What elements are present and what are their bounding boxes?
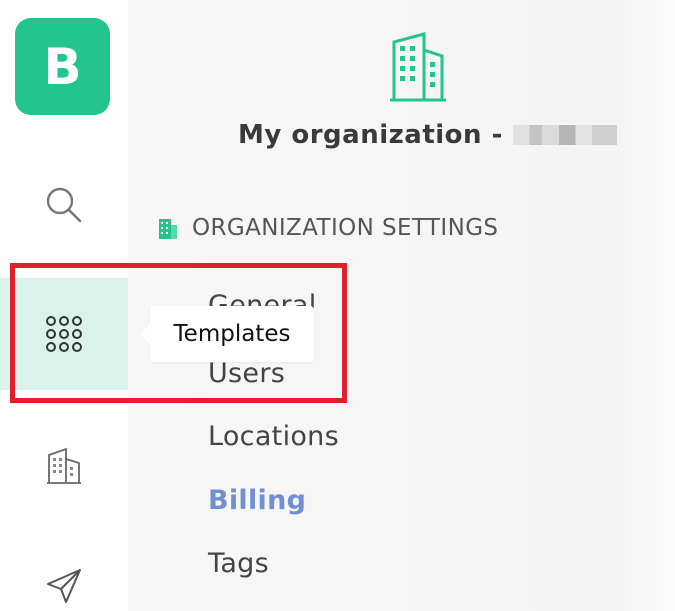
building-icon	[390, 32, 446, 102]
building-icon	[159, 219, 177, 239]
logo-letter: B	[43, 37, 82, 96]
search-icon	[46, 187, 82, 223]
organization-name-text: My organization -	[238, 120, 503, 150]
rail-send-button[interactable]	[0, 560, 128, 611]
building-icon	[47, 447, 81, 484]
nav-locations[interactable]: Locations	[208, 421, 339, 452]
section-header: ORGANIZATION SETTINGS	[158, 215, 498, 241]
sidebar-rail: B	[0, 0, 128, 611]
rail-search-button[interactable]	[0, 175, 128, 235]
nav-users[interactable]: Users	[208, 358, 285, 389]
app-logo[interactable]: B	[15, 18, 110, 115]
redacted-org-id	[512, 125, 617, 145]
templates-tooltip: Templates	[140, 306, 314, 362]
grid-icon	[46, 316, 82, 352]
organization-building-icon	[388, 30, 448, 107]
app-window: B My organization - ORGANIZATION SETTING…	[0, 0, 675, 611]
tooltip-label: Templates	[173, 321, 291, 347]
nav-tags[interactable]: Tags	[208, 548, 269, 579]
nav-billing[interactable]: Billing	[208, 485, 306, 516]
section-title: ORGANIZATION SETTINGS	[192, 215, 499, 241]
paper-plane-icon	[47, 568, 81, 603]
organization-name: My organization -	[238, 120, 618, 150]
rail-templates-button[interactable]	[0, 278, 128, 390]
rail-organization-button[interactable]	[0, 435, 128, 495]
